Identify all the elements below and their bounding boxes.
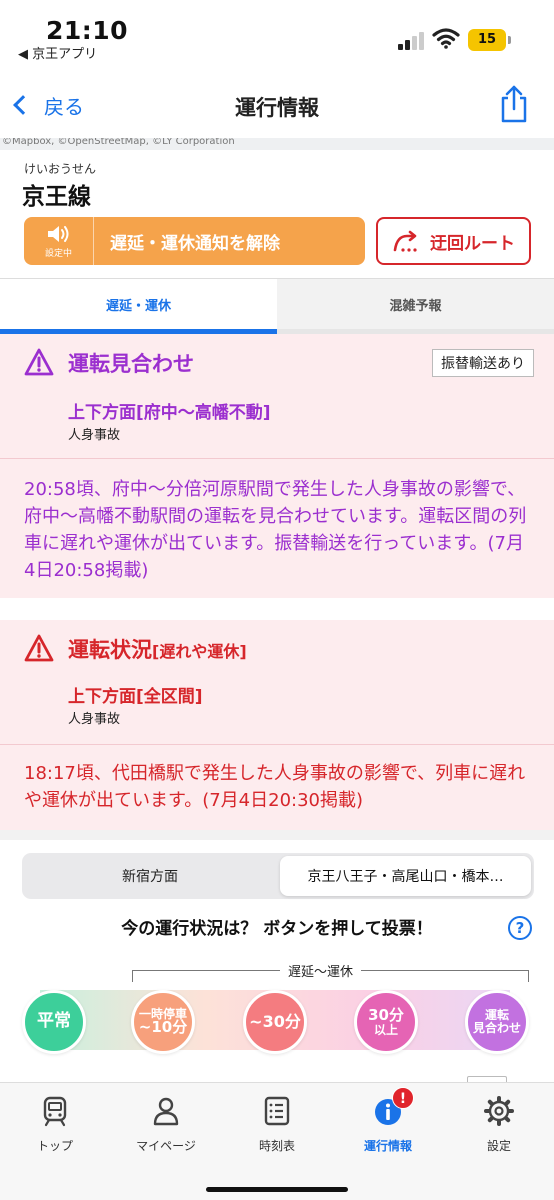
detour-route-button[interactable]: 迂回ルート [376,217,531,265]
alert-description: 18:17頃、代田橋駅で発生した人身事故の影響で、列車に遅れや運休が出ています。… [24,763,526,811]
line-name: 京王線 [22,184,91,210]
tab-bar-timetable[interactable]: 時刻表 [222,1095,332,1155]
help-icon[interactable]: ? [508,916,532,940]
cancel-delay-notification-button[interactable]: 設定中 遅延・運休通知を解除 [24,217,365,265]
vote-normal-button[interactable]: 平常 [22,990,86,1054]
direction-segmented-control: 新宿方面 京王八王子・高尾山口・橋本… [22,853,534,899]
line-name-reading: けいおうせん [24,162,97,176]
status-bar: 21:10 ◀ 京王アプリ 15 [0,0,554,70]
detour-arrow-icon [393,230,417,252]
alert-direction: 上下方面[全区間] [68,687,203,707]
tab-bar-settings[interactable]: 設定 [444,1095,554,1155]
tab-bar-label: トップ [36,1139,73,1153]
alert-divider [0,458,554,459]
navigation-bar: 戻る 運行情報 [0,70,554,138]
gear-icon [484,1096,514,1126]
vote-button-label: 平常 [37,1011,71,1032]
clock: 21:10 [46,16,129,45]
tab-congestion-forecast[interactable]: 混雑予報 [277,279,554,329]
alert-status-title: 運転状況[遅れや運休] [68,634,247,664]
vote-under-10min-button[interactable]: 一時停車 ~10分 [131,990,195,1054]
warning-icon [24,348,54,376]
battery-indicator: 15 [468,29,506,51]
map-attribution: ©Mapbox, ©OpenStreetMap, ©LY Corporation [2,138,235,147]
cellular-signal-icon [398,30,428,50]
cancel-notification-label: 遅延・運休通知を解除 [110,233,280,254]
vote-button-sublabel: 見合わせ [472,1021,521,1035]
alert-direction: 上下方面[府中〜高幡不動] [68,403,271,423]
battery-tip [508,36,511,44]
notification-status: 設定中 [24,217,94,265]
segment-shinjuku-direction[interactable]: 新宿方面 [22,853,278,899]
tab-delay-cancellation[interactable]: 遅延・運休 [0,279,277,329]
notification-status-label: 設定中 [44,249,72,259]
timetable-icon [264,1096,290,1126]
alert-status-title: 運転見合わせ [68,352,194,376]
detour-route-label: 迂回ルート [430,233,515,254]
tab-bar-mypage[interactable]: マイページ [111,1095,221,1155]
vote-button-label: ~30分 [249,1011,301,1031]
page-title: 運行情報 [235,96,319,120]
train-icon [43,1096,67,1127]
tab-bar-service-info[interactable]: ! 運行情報 [333,1087,443,1155]
vote-under-30min-button[interactable]: ~30分 [243,990,307,1054]
alert-status-title-suffix: [遅れや運休] [152,642,247,661]
person-icon [153,1097,179,1126]
warning-icon [24,634,54,662]
alert-description: 20:58頃、府中〜分倍河原駅間で発生した人身事故の影響で、府中〜高幡不動駅間の… [24,479,527,581]
delay-range-label: 遅延〜運休 [280,961,362,980]
alert-status-title-main: 運転状況 [68,638,152,662]
map-preview[interactable]: ©Mapbox, ©OpenStreetMap, ©LY Corporation [0,138,554,150]
transfer-transport-badge: 振替輸送あり [432,349,534,377]
tab-bar-label: 運行情報 [363,1139,412,1153]
home-indicator [206,1187,348,1192]
alert-cause: 人身事故 [68,428,121,443]
notification-badge: ! [392,1087,414,1109]
alert-card-suspension: 運転見合わせ 振替輸送あり 上下方面[府中〜高幡不動] 人身事故 20:58頃、… [0,334,554,598]
tab-bar-label: 設定 [486,1139,511,1153]
speaker-icon [47,226,68,242]
card-gap [0,598,554,620]
alert-cause: 人身事故 [68,712,121,727]
vote-over-30min-button[interactable]: 30分 以上 [354,990,418,1054]
tab-bar-top[interactable]: トップ [0,1095,110,1155]
vote-suspended-button[interactable]: 運転 見合わせ [465,990,529,1054]
tab-bar-label: マイページ [136,1139,196,1153]
info-icon-wrapper: ! [372,1087,414,1127]
vote-button-sublabel: ~10分 [138,1018,188,1037]
section-gap [0,830,554,840]
alert-divider [0,744,554,745]
vote-button-sublabel: 以上 [373,1022,398,1037]
tab-bar-label: 時刻表 [258,1139,295,1153]
vote-button-label: 30分 [368,1005,404,1024]
segment-hachioji-direction[interactable]: 京王八王子・高尾山口・橋本… [280,856,531,896]
wifi-icon [432,28,460,49]
info-tabs: 遅延・運休 混雑予報 [0,278,554,335]
share-icon[interactable] [496,84,532,124]
bottom-tab-bar: トップ マイページ 時刻表 ! 運行情報 設定 [0,1082,554,1200]
back-to-app-link[interactable]: ◀ 京王アプリ [18,43,97,62]
vote-question: 今の運行状況は？ ボタンを押して投票！ [121,919,433,939]
alert-card-delay: 運転状況[遅れや運休] 上下方面[全区間] 人身事故 18:17頃、代田橋駅で発… [0,620,554,830]
